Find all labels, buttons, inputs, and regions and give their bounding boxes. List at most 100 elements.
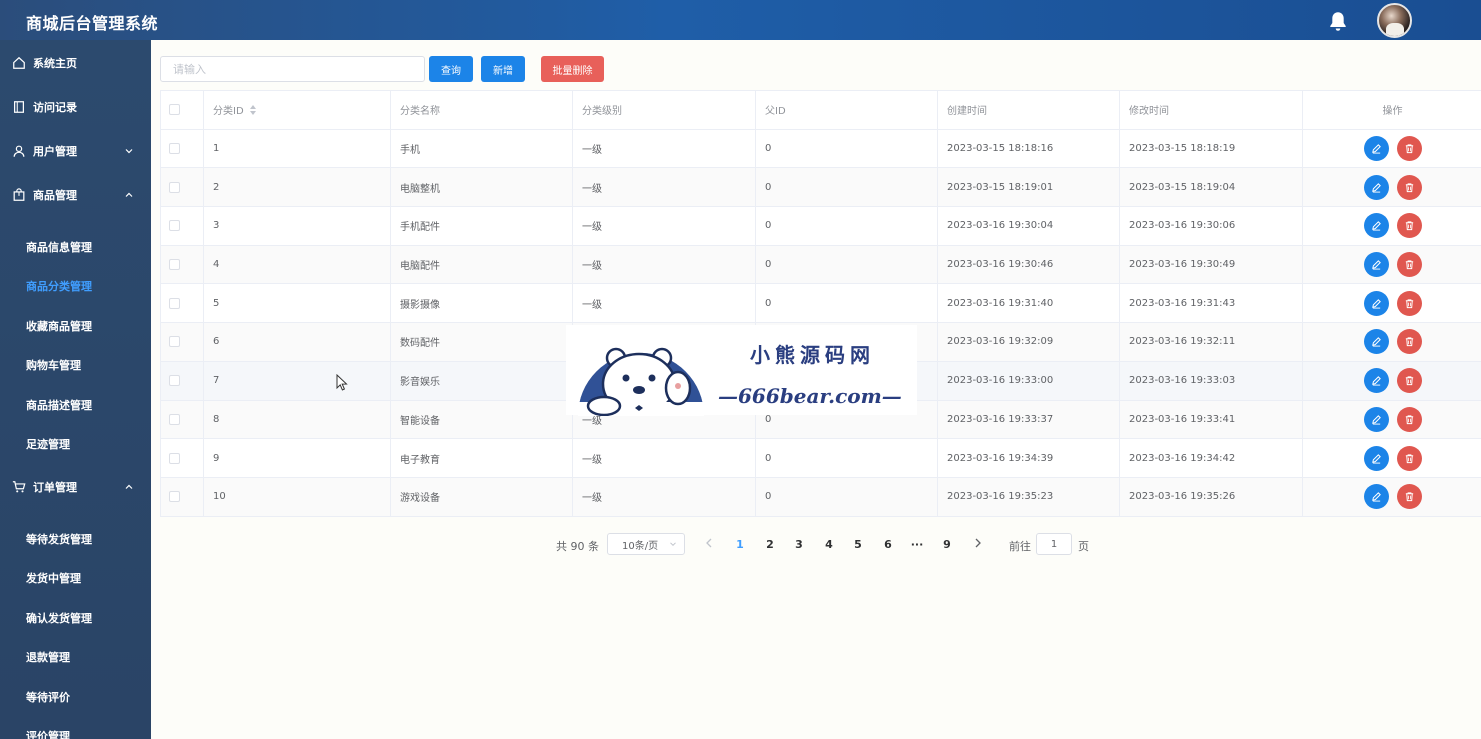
table-row[interactable]: 10 游戏设备 一级 0 2023-03-16 19:35:23 2023-03-16 1… bbox=[161, 477, 1481, 517]
watermark-title: 小熊源码网 bbox=[750, 343, 875, 367]
delete-button[interactable] bbox=[1396, 136, 1422, 162]
table-cell-name: 数码配件 bbox=[391, 323, 573, 361]
goto-page-input[interactable] bbox=[1036, 533, 1072, 555]
sidebar-item-visits[interactable]: 访问记录 bbox=[0, 87, 151, 127]
sidebar-sub-cart[interactable]: 购物车管理 bbox=[0, 347, 151, 383]
prev-page-icon[interactable] bbox=[704, 537, 714, 549]
edit-button[interactable] bbox=[1363, 290, 1389, 316]
delete-button[interactable] bbox=[1396, 213, 1422, 239]
page-ellipsis[interactable]: ··· bbox=[910, 538, 924, 551]
delete-button[interactable] bbox=[1396, 445, 1422, 471]
edit-button[interactable] bbox=[1363, 445, 1389, 471]
batch-delete-button[interactable]: 批量删除 bbox=[541, 56, 604, 82]
edit-button[interactable] bbox=[1363, 406, 1389, 432]
page-number[interactable]: 4 bbox=[822, 538, 836, 551]
page-number[interactable]: 1 bbox=[733, 538, 747, 551]
table-cell-created: 2023-03-16 19:33:00 bbox=[938, 361, 1120, 400]
sidebar-sub-footprint[interactable]: 足迹管理 bbox=[0, 426, 151, 462]
sidebar-item-goods[interactable]: 商品管理 bbox=[0, 175, 151, 215]
edit-button[interactable] bbox=[1363, 368, 1389, 394]
select-all-checkbox[interactable] bbox=[169, 104, 180, 116]
next-page-icon[interactable] bbox=[973, 537, 983, 549]
delete-button[interactable] bbox=[1396, 406, 1422, 432]
row-checkbox[interactable] bbox=[169, 491, 180, 503]
row-checkbox[interactable] bbox=[169, 181, 180, 193]
sidebar-sub-review[interactable]: 评价管理 bbox=[0, 718, 151, 739]
row-checkbox[interactable] bbox=[169, 297, 180, 309]
user-avatar[interactable] bbox=[1377, 3, 1412, 38]
sidebar-sub-goods-info[interactable]: 商品信息管理 bbox=[0, 229, 151, 265]
delete-button[interactable] bbox=[1396, 484, 1422, 510]
row-checkbox[interactable] bbox=[169, 259, 180, 271]
row-checkbox[interactable] bbox=[169, 413, 180, 425]
row-checkbox[interactable] bbox=[169, 336, 180, 348]
row-checkbox[interactable] bbox=[169, 375, 180, 387]
edit-button[interactable] bbox=[1363, 484, 1389, 510]
table-row[interactable]: 3 手机配件 一级 0 2023-03-16 19:30:04 2023-03-16 19… bbox=[161, 207, 1481, 246]
trash-icon bbox=[1405, 183, 1413, 192]
bell-icon[interactable] bbox=[1327, 10, 1349, 32]
pagination-total: 共 90 条 bbox=[556, 540, 599, 553]
table-row[interactable]: 2 电脑整机 一级 0 2023-03-15 18:19:01 2023-03-15 18… bbox=[161, 168, 1481, 208]
table-cell-modified: 2023-03-16 19:33:41 bbox=[1120, 400, 1303, 439]
edit-button[interactable] bbox=[1363, 174, 1389, 200]
page-number[interactable]: 9 bbox=[940, 538, 954, 551]
sort-icon[interactable] bbox=[249, 104, 256, 115]
edit-button[interactable] bbox=[1363, 252, 1389, 278]
edit-icon bbox=[1371, 182, 1381, 193]
sidebar-sub-await-review[interactable]: 等待评价 bbox=[0, 679, 151, 715]
edit-icon bbox=[1371, 376, 1381, 386]
trash-icon bbox=[1405, 260, 1413, 270]
edit-button[interactable] bbox=[1363, 213, 1389, 239]
row-actions bbox=[1303, 168, 1481, 206]
page-number[interactable]: 5 bbox=[851, 538, 865, 551]
table-cell-created: 2023-03-16 19:34:39 bbox=[938, 439, 1120, 477]
app-title: 商城后台管理系统 bbox=[26, 14, 159, 33]
sidebar-item-orders[interactable]: 订单管理 bbox=[0, 467, 151, 507]
delete-button[interactable] bbox=[1396, 174, 1422, 200]
edit-icon bbox=[1371, 298, 1381, 309]
delete-button[interactable] bbox=[1396, 329, 1422, 355]
page-number[interactable]: 2 bbox=[763, 538, 777, 551]
table-row[interactable]: 4 电脑配件 一级 0 2023-03-16 19:30:46 2023-03-16 19… bbox=[161, 245, 1481, 285]
table-row[interactable]: 1 手机 一级 0 2023-03-15 18:18:16 2023-03-15 18:1… bbox=[161, 129, 1481, 169]
row-checkbox[interactable] bbox=[169, 143, 180, 155]
edit-button[interactable] bbox=[1363, 329, 1389, 355]
page-size-select[interactable]: 10条/页 bbox=[607, 533, 685, 555]
sidebar-sub-goods-favorite[interactable]: 收藏商品管理 bbox=[0, 308, 151, 344]
column-header[interactable]: 分类ID bbox=[204, 91, 391, 129]
sidebar-sub-confirm-ship[interactable]: 确认发货管理 bbox=[0, 600, 151, 636]
delete-button[interactable] bbox=[1396, 290, 1422, 316]
table-cell-level: 一级 bbox=[573, 477, 756, 516]
table-cell-modified: 2023-03-16 19:34:42 bbox=[1120, 439, 1303, 477]
sidebar-sub-shipping[interactable]: 发货中管理 bbox=[0, 560, 151, 596]
page-number[interactable]: 6 bbox=[881, 538, 895, 551]
table-row[interactable]: 5 摄影摄像 一级 0 2023-03-16 19:31:40 2023-03-16 19… bbox=[161, 284, 1481, 324]
sidebar-sub-refund[interactable]: 退款管理 bbox=[0, 639, 151, 675]
mouse-cursor-icon bbox=[336, 374, 348, 391]
row-checkbox[interactable] bbox=[169, 220, 180, 232]
table-cell-name: 智能设备 bbox=[391, 400, 573, 439]
trash-icon bbox=[1405, 144, 1413, 154]
sidebar-sub-goods-desc[interactable]: 商品描述管理 bbox=[0, 387, 151, 423]
trash-icon bbox=[1405, 299, 1413, 308]
sidebar-sub-goods-category[interactable]: 商品分类管理 bbox=[0, 268, 151, 304]
sidebar-item-label: 用户管理 bbox=[33, 145, 77, 158]
sidebar-item-users[interactable]: 用户管理 bbox=[0, 131, 151, 171]
delete-button[interactable] bbox=[1396, 368, 1422, 394]
table-row[interactable]: 9 电子教育 一级 0 2023-03-16 19:34:39 2023-03-16 19… bbox=[161, 439, 1481, 478]
table-cell-modified: 2023-03-16 19:33:03 bbox=[1120, 361, 1303, 400]
trash-icon bbox=[1405, 221, 1413, 231]
add-button[interactable]: 新增 bbox=[481, 56, 525, 82]
table-cell-created: 2023-03-16 19:33:37 bbox=[938, 400, 1120, 439]
delete-button[interactable] bbox=[1396, 252, 1422, 278]
edit-button[interactable] bbox=[1363, 136, 1389, 162]
chevron-down-icon bbox=[670, 542, 676, 547]
row-actions bbox=[1303, 478, 1481, 516]
sidebar-item-home[interactable]: 系统主页 bbox=[0, 43, 151, 83]
page-number[interactable]: 3 bbox=[792, 538, 806, 551]
search-input[interactable] bbox=[160, 56, 425, 82]
row-checkbox[interactable] bbox=[169, 452, 180, 464]
query-button[interactable]: 查询 bbox=[429, 56, 473, 82]
sidebar-item-label: 商品管理 bbox=[33, 189, 77, 202]
